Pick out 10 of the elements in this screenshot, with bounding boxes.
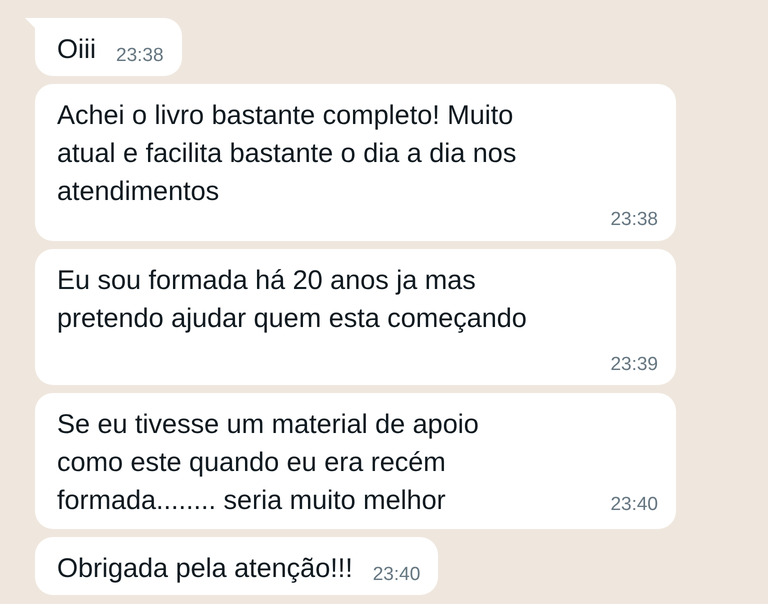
message-time: 23:40 [610, 492, 658, 516]
message-time: 23:38 [116, 44, 164, 68]
message-text: Oiii [57, 33, 96, 66]
message-text: Eu sou formada há 20 anos ja mas pretendo ajudar quem esta começando [57, 264, 528, 335]
message-time: 23:39 [610, 352, 658, 376]
message-text: Se eu tivesse um material de apoio como este quando eu era recém formada........ seria muito melhor [57, 408, 479, 517]
message-text: Achei o livro bastante completo! Muito atual e facilita bastante o dia a dia nos atendimentos [57, 99, 518, 208]
message-time: 23:38 [610, 208, 658, 232]
message-time: 23:40 [372, 562, 420, 586]
message-text: Obrigada pela atenção!!! [57, 552, 353, 585]
